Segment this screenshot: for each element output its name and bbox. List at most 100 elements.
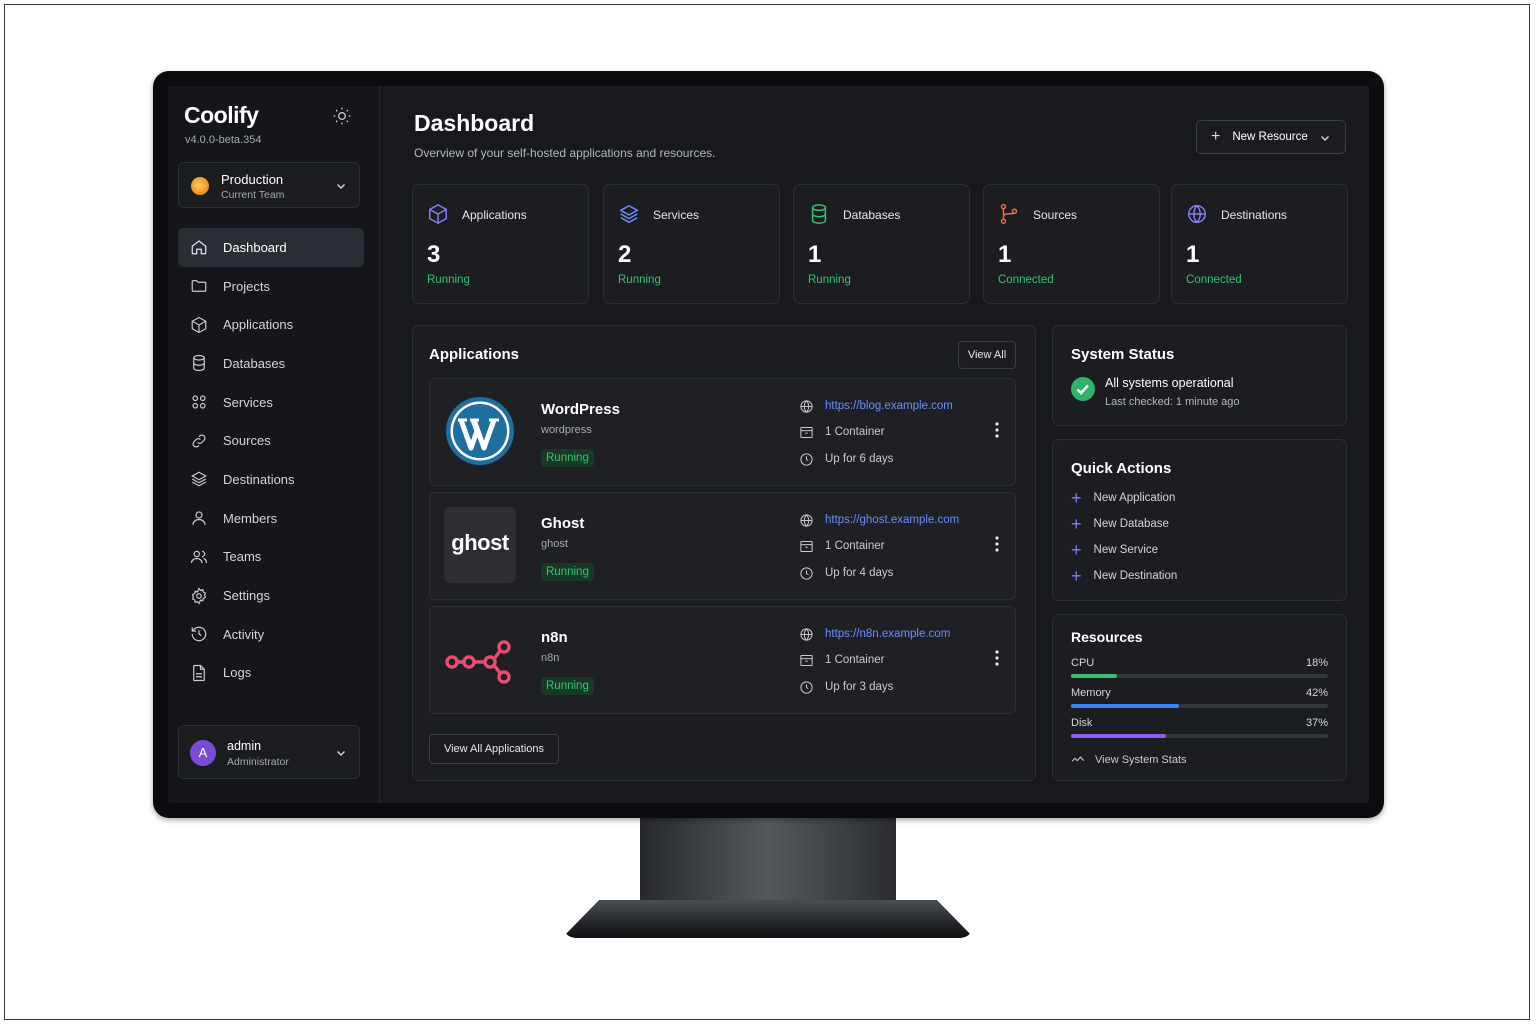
sidebar-item-projects[interactable]: Projects [178,267,364,306]
app-containers: 1 Container [799,537,999,555]
user-menu[interactable]: A admin Administrator [178,725,360,779]
sidebar-item-label: Logs [223,665,252,681]
app-url-text[interactable]: https://n8n.example.com [825,628,950,640]
plus-icon: + [1071,540,1082,560]
sidebar-item-label: Services [223,394,273,410]
quick-action-new-database[interactable]: + New Database [1071,515,1169,533]
resource-bar-fill [1071,704,1179,708]
quick-action-label: New Application [1093,492,1176,504]
sidebar-nav: Dashboard Projects Applications Database… [178,228,364,692]
app-url[interactable]: https://n8n.example.com [799,625,999,643]
app-card-ghost[interactable]: ghost Ghost ghost Running https://ghost.… [429,492,1016,600]
app-url[interactable]: https://ghost.example.com [799,511,999,529]
archive-icon [800,654,813,666]
monitor: Coolify v4.0.0-beta.354 Production Curre… [153,71,1384,818]
gear-icon [191,586,207,605]
app-url-text[interactable]: https://ghost.example.com [825,514,959,526]
app-name: Coolify [184,102,259,128]
chevron-down-icon [336,750,346,757]
app-name: n8n [541,629,568,646]
resource-memory: Memory 42% [1071,687,1328,708]
team-avatar [191,177,209,195]
sidebar-item-label: Applications [223,317,294,333]
more-vertical-icon[interactable] [992,421,1002,439]
monitor-stand-base [562,900,974,938]
resource-bar [1071,734,1328,738]
resource-label: CPU [1071,657,1095,669]
app-url-text[interactable]: https://blog.example.com [825,400,953,412]
quick-action-label: New Database [1093,518,1169,530]
n8n-logo [445,640,511,684]
plus-icon: + [1071,488,1082,508]
plus-icon: + [1211,128,1221,145]
clock-icon [800,680,813,694]
sidebar-item-activity[interactable]: Activity [178,615,364,654]
sidebar-item-applications[interactable]: Applications [178,305,364,344]
layers-icon [191,472,207,487]
screen: Coolify v4.0.0-beta.354 Production Curre… [168,86,1369,803]
team-selector[interactable]: Production Current Team [178,162,360,208]
sidebar-item-settings[interactable]: Settings [178,576,364,615]
status-badge: Running [541,449,594,467]
app-containers: 1 Container [799,651,999,669]
stack-icon [619,204,639,224]
stat-value: 1 [1186,241,1200,268]
stat-status: Running [427,274,470,286]
globe-icon [800,627,813,641]
more-vertical-icon[interactable] [992,535,1002,553]
quick-action-new-application[interactable]: + New Application [1071,489,1175,507]
stat-label: Databases [843,208,901,222]
app-slug: n8n [541,652,560,664]
sidebar-item-members[interactable]: Members [178,499,364,538]
box-icon [191,316,207,333]
resource-value: 18% [1305,657,1328,669]
new-resource-button[interactable]: + New Resource [1196,120,1346,154]
plus-icon: + [1071,514,1082,534]
clock-icon [800,566,813,580]
sidebar-item-services[interactable]: Services [178,383,364,422]
quick-action-new-destination[interactable]: + New Destination [1071,567,1177,585]
stat-card-services[interactable]: Services 2 Running [603,184,780,304]
stat-card-applications[interactable]: Applications 3 Running [412,184,589,304]
system-status-message: All systems operational [1105,376,1234,390]
team-label: Current Team [221,189,285,201]
sidebar-item-logs[interactable]: Logs [178,654,364,693]
app-card-wordpress[interactable]: WordPress wordpress Running https://blog… [429,378,1016,486]
plus-icon: + [1071,566,1082,586]
sidebar-item-destinations[interactable]: Destinations [178,460,364,499]
app-uptime-text: Up for 6 days [825,453,894,465]
stat-status: Running [618,274,661,286]
sidebar-item-label: Projects [223,278,270,294]
stat-label: Applications [462,208,527,222]
stat-card-sources[interactable]: Sources 1 Connected [983,184,1160,304]
quick-action-new-service[interactable]: + New Service [1071,541,1158,559]
git-branch-icon [1000,203,1018,225]
more-vertical-icon[interactable] [992,649,1002,667]
app-uptime: Up for 6 days [799,450,999,468]
database-icon [811,204,827,224]
app-url[interactable]: https://blog.example.com [799,397,999,415]
sidebar-item-sources[interactable]: Sources [178,421,364,460]
system-status-title: System Status [1071,346,1175,363]
stat-label: Sources [1033,208,1078,222]
view-all-button[interactable]: View All [958,341,1016,369]
link-icon [192,434,206,448]
view-system-stats-link[interactable]: View System Stats [1071,753,1187,767]
sidebar-item-teams[interactable]: Teams [178,538,364,577]
sidebar-item-databases[interactable]: Databases [178,344,364,383]
app-uptime: Up for 3 days [799,678,999,696]
sun-icon[interactable] [332,106,352,126]
page-subtitle: Overview of your self-hosted application… [414,146,716,160]
file-icon [193,664,205,682]
quick-actions-panel: Quick Actions + New Application + New Data… [1052,439,1347,601]
stat-value: 1 [808,241,822,268]
home-icon [191,240,207,255]
app-card-n8n[interactable]: n8n n8n Running https://n8n.example.com … [429,606,1016,714]
sidebar-item-label: Databases [223,355,286,371]
sidebar-item-dashboard[interactable]: Dashboard [178,228,364,267]
stat-card-databases[interactable]: Databases 1 Running [793,184,970,304]
stat-card-destinations[interactable]: Destinations 1 Connected [1171,184,1348,304]
check-circle-icon [1071,377,1095,401]
resource-label: Memory [1071,687,1111,699]
view-all-applications-button[interactable]: View All Applications [429,734,559,764]
